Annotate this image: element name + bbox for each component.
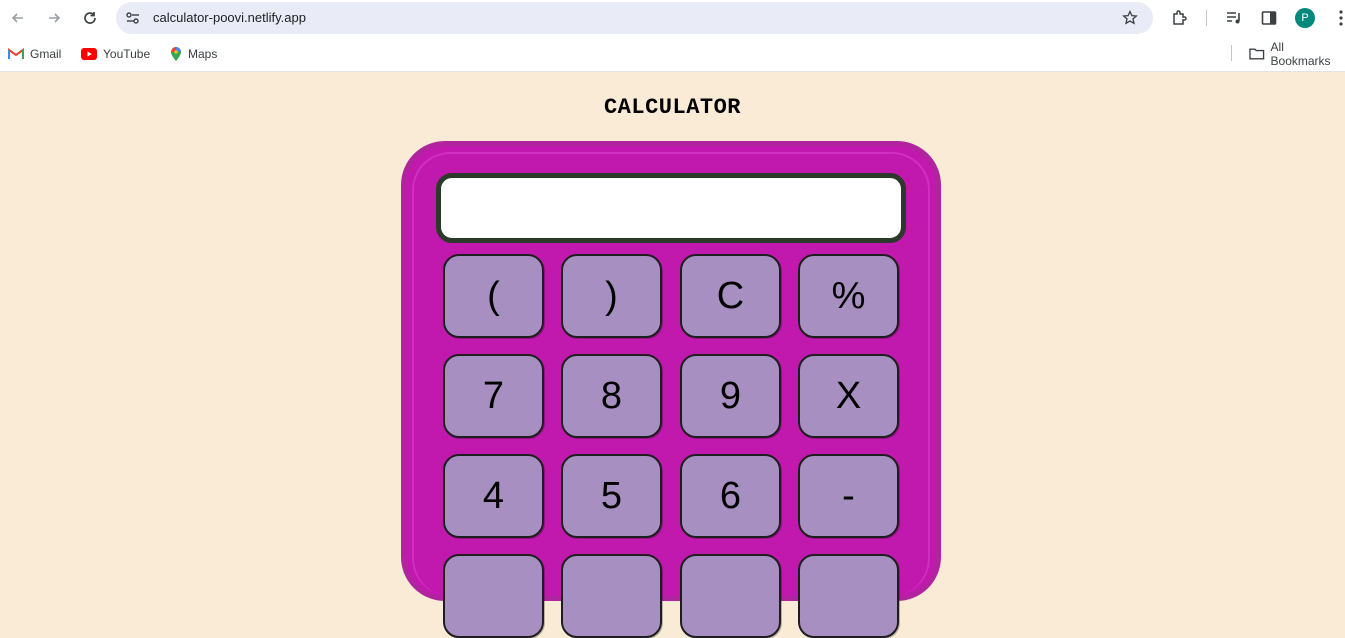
all-bookmarks-label: All Bookmarks [1270,40,1331,68]
key-row4-4[interactable] [798,554,899,638]
browser-toolbar: calculator-poovi.netlify.app P [0,0,1345,36]
gmail-icon [8,48,24,59]
bookmark-label: Gmail [30,47,62,61]
maps-pin-icon [171,47,181,61]
menu-kebab-icon[interactable] [1329,6,1345,30]
key-multiply[interactable]: X [798,354,899,438]
site-info-icon[interactable] [124,9,142,27]
key-open-paren[interactable]: ( [443,254,544,338]
key-5[interactable]: 5 [561,454,662,538]
key-6[interactable]: 6 [680,454,781,538]
bookmark-label: YouTube [103,47,151,61]
key-row4-2[interactable] [561,554,662,638]
key-close-paren[interactable]: ) [561,254,662,338]
all-bookmarks-folder[interactable]: All Bookmarks [1249,40,1345,68]
bookmark-youtube[interactable]: YouTube [81,45,150,63]
key-8[interactable]: 8 [561,354,662,438]
bookmarks-divider [1231,45,1232,61]
bookmark-gmail[interactable]: Gmail [8,45,61,63]
key-row4-1[interactable] [443,554,544,638]
calculator-display[interactable] [436,173,906,243]
extensions-icon[interactable] [1168,6,1192,30]
reload-icon[interactable] [78,6,102,30]
key-row4-3[interactable] [680,554,781,638]
key-4[interactable]: 4 [443,454,544,538]
page-title: CALCULATOR [603,95,742,120]
bookmark-maps[interactable]: Maps [170,45,217,63]
bookmark-star-icon[interactable] [1119,7,1141,29]
forward-icon[interactable] [42,6,66,30]
media-controls-icon[interactable] [1222,6,1246,30]
side-panel-icon[interactable] [1257,6,1281,30]
address-bar[interactable]: calculator-poovi.netlify.app [116,2,1153,34]
back-icon[interactable] [6,6,30,30]
bookmark-label: Maps [188,47,218,61]
key-minus[interactable]: - [798,454,899,538]
folder-icon [1249,48,1265,60]
key-clear[interactable]: C [680,254,781,338]
key-percent[interactable]: % [798,254,899,338]
key-7[interactable]: 7 [443,354,544,438]
youtube-icon [81,48,97,60]
key-9[interactable]: 9 [680,354,781,438]
toolbar-divider [1206,10,1207,26]
bookmarks-bar: Gmail YouTube Maps All Bookmarks [0,36,1345,72]
url-text[interactable]: calculator-poovi.netlify.app [153,10,306,25]
profile-avatar[interactable]: P [1295,8,1315,28]
